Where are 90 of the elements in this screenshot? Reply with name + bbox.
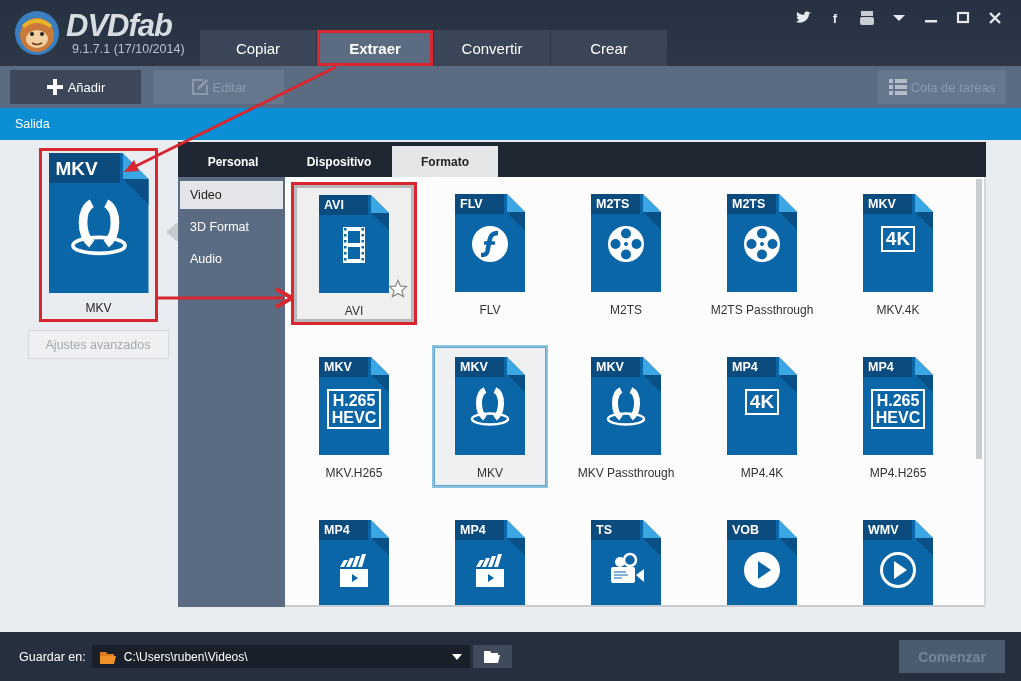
caret-icon bbox=[451, 653, 462, 660]
format-tag: MP4 bbox=[727, 357, 776, 377]
format-item[interactable]: MKV 4K MKV.4K bbox=[835, 182, 961, 325]
brackets-ring-icon bbox=[606, 387, 646, 427]
mascot-logo-icon bbox=[14, 10, 60, 56]
format-text: H.265 bbox=[332, 392, 376, 409]
mode-tab[interactable]: Convertir bbox=[434, 30, 550, 66]
save-location-label: Guardar en: bbox=[19, 649, 86, 664]
play-icon bbox=[742, 550, 782, 590]
format-label: M2TS bbox=[610, 303, 642, 317]
edit-icon bbox=[190, 78, 209, 96]
mode-tab[interactable]: Crear bbox=[551, 30, 667, 66]
format-item[interactable]: MP4 bbox=[291, 508, 417, 605]
output-label: Salida bbox=[15, 117, 50, 131]
format-text: HEVC bbox=[875, 409, 921, 426]
folder-icon bbox=[99, 649, 116, 664]
scrollbar[interactable] bbox=[976, 179, 982, 459]
format-item[interactable]: AVI AVI bbox=[291, 182, 417, 325]
format-tag: MKV bbox=[863, 194, 912, 214]
format-label: MKV.H265 bbox=[325, 466, 383, 480]
format-label: AVI bbox=[344, 304, 364, 318]
format-label: MKV Passthrough bbox=[577, 466, 675, 480]
mode-tab[interactable]: Extraer bbox=[317, 30, 433, 66]
format-tag: MKV bbox=[319, 357, 368, 377]
save-path-text: C:\Users\ruben\Videos\ bbox=[123, 649, 249, 664]
format-text: H.265 bbox=[876, 392, 920, 409]
format-tag: FLV bbox=[455, 194, 504, 214]
format-item[interactable]: VOB bbox=[699, 508, 825, 605]
format-item[interactable]: MP4 4K MP4.4K bbox=[699, 345, 825, 488]
format-tag: M2TS bbox=[591, 194, 640, 214]
popover-pointer bbox=[166, 222, 178, 242]
plus-icon bbox=[45, 78, 64, 96]
format-item[interactable]: MKV MKV Passthrough bbox=[563, 345, 689, 488]
film-reel-icon bbox=[606, 224, 646, 264]
format-text: HEVC bbox=[331, 409, 377, 426]
format-item[interactable]: TS bbox=[563, 508, 689, 605]
folder-icon bbox=[484, 650, 501, 663]
profile-tab[interactable]: Dispositivo bbox=[286, 146, 392, 177]
flash-logo-icon bbox=[470, 224, 510, 264]
format-tag: MKV bbox=[48, 153, 120, 183]
play-circle-icon bbox=[878, 550, 918, 590]
output-preview[interactable]: MKV MKV bbox=[39, 148, 158, 322]
format-label: M2TS Passthrough bbox=[710, 303, 814, 317]
app-version: 9.1.7.1 (17/10/2014) bbox=[72, 42, 185, 56]
format-label: MKV.4K bbox=[876, 303, 920, 317]
preview-label: MKV bbox=[85, 301, 112, 315]
category-item[interactable]: 3D Format bbox=[180, 213, 283, 241]
format-tag: WMV bbox=[863, 520, 912, 540]
format-tag: MP4 bbox=[319, 520, 368, 540]
format-label: FLV bbox=[479, 303, 501, 317]
app-name: DVDfab bbox=[66, 10, 172, 42]
format-tag: MKV bbox=[455, 357, 504, 377]
format-text: 4K bbox=[885, 229, 911, 249]
format-item[interactable]: FLV FLV bbox=[427, 182, 553, 325]
star-icon bbox=[388, 279, 408, 299]
social-letter[interactable]: f bbox=[819, 10, 851, 26]
format-label: MKV bbox=[477, 466, 503, 480]
format-tag: AVI bbox=[319, 195, 368, 215]
format-item[interactable]: M2TS M2TS Passthrough bbox=[699, 182, 825, 325]
format-item[interactable]: WMV bbox=[835, 508, 961, 605]
add-button[interactable]: Añadir bbox=[10, 70, 141, 104]
brackets-ring-icon bbox=[470, 387, 510, 427]
format-tag: MKV bbox=[591, 357, 640, 377]
maximize-icon[interactable] bbox=[955, 11, 971, 25]
mode-tab[interactable]: Copiar bbox=[200, 30, 316, 66]
category-item[interactable]: Video bbox=[180, 181, 283, 209]
format-tag: M2TS bbox=[727, 194, 776, 214]
format-tag: MP4 bbox=[863, 357, 912, 377]
format-label: MP4.4K bbox=[740, 466, 784, 480]
profile-tab[interactable]: Formato bbox=[392, 146, 498, 177]
browse-folder-button[interactable] bbox=[472, 645, 512, 668]
bird-icon[interactable] bbox=[795, 11, 811, 25]
format-item[interactable]: MP4 bbox=[427, 508, 553, 605]
format-text: 4K bbox=[749, 392, 775, 412]
format-item[interactable]: MKV H.265 HEVC MKV.H265 bbox=[291, 345, 417, 488]
list-icon bbox=[888, 78, 907, 96]
format-tag: VOB bbox=[727, 520, 776, 540]
film-reel-icon bbox=[742, 224, 782, 264]
close-icon[interactable] bbox=[987, 11, 1003, 25]
save-path-dropdown[interactable]: C:\Users\ruben\Videos\ bbox=[91, 645, 470, 668]
format-item[interactable]: MKV MKV bbox=[432, 345, 548, 488]
format-tag: MP4 bbox=[455, 520, 504, 540]
brackets-ring-icon bbox=[69, 199, 128, 257]
format-item[interactable]: MP4 H.265 HEVC MP4.H265 bbox=[835, 345, 961, 488]
format-item[interactable]: M2TS M2TS bbox=[563, 182, 689, 325]
category-item[interactable]: Audio bbox=[180, 245, 283, 273]
format-label: MP4.H265 bbox=[869, 466, 927, 480]
format-tag: TS bbox=[591, 520, 640, 540]
video-site-icon[interactable] bbox=[859, 11, 875, 25]
profile-tab[interactable]: Personal bbox=[180, 146, 286, 177]
